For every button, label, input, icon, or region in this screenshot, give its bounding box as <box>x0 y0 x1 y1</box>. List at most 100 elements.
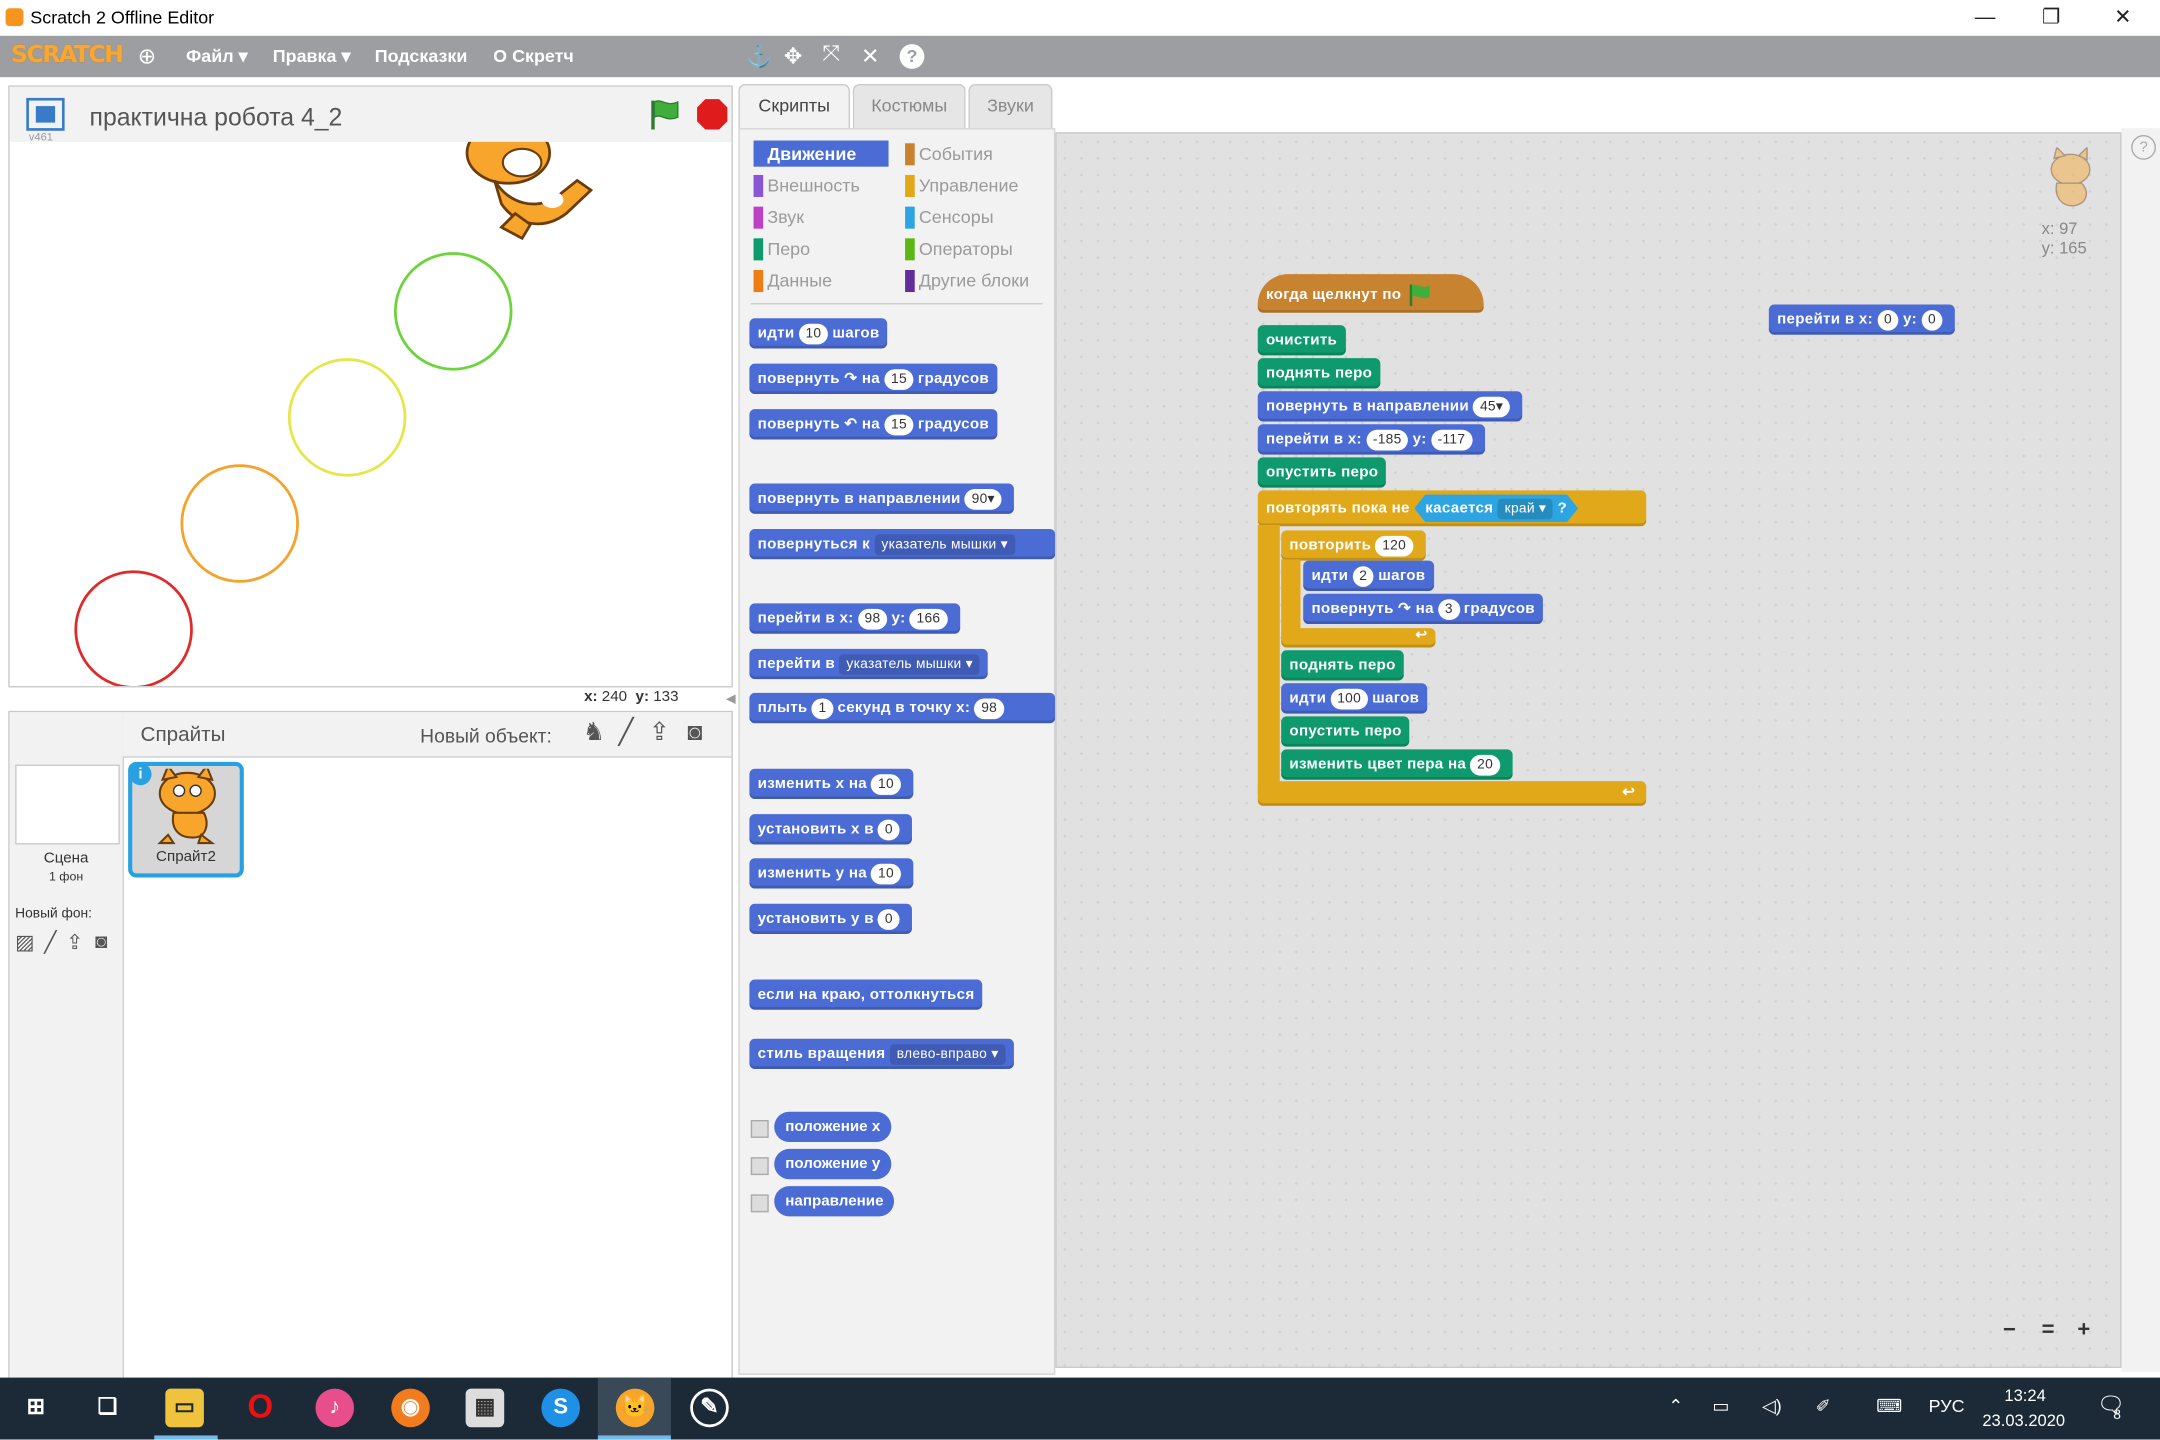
start-icon[interactable]: ⊞ <box>17 1389 56 1428</box>
chat-icon[interactable]: ✎ <box>690 1388 729 1428</box>
block-pen-down[interactable]: опустить перо <box>1257 457 1387 488</box>
block-repeat[interactable]: повторить 120 <box>1281 530 1426 561</box>
itunes-icon[interactable]: ♪ <box>315 1388 355 1428</box>
firefox-icon[interactable]: ◉ <box>391 1388 430 1428</box>
block-pen-down[interactable]: опустить перо <box>1281 716 1410 747</box>
block-move[interactable]: идти 100 шагов <box>1281 683 1428 714</box>
opera-icon[interactable]: O <box>241 1389 280 1428</box>
checkbox-x-position[interactable] <box>750 1119 769 1138</box>
minimize-button[interactable]: — <box>1953 3 2016 33</box>
stamp-icon[interactable]: ⚓ <box>745 43 772 71</box>
checkbox-direction[interactable] <box>750 1194 769 1213</box>
zoom-reset-icon[interactable]: = <box>2042 1318 2055 1343</box>
pen-tray-icon[interactable]: ✐ <box>1816 1396 1831 1418</box>
block-goto-xy[interactable]: перейти в x: 98 y: 166 <box>749 603 960 634</box>
reporter-direction[interactable]: направление <box>774 1186 895 1217</box>
sprite-thumbnail[interactable]: Спрайт2 i <box>128 761 244 878</box>
category-events[interactable]: События <box>905 141 993 167</box>
stop-icon[interactable] <box>696 98 729 131</box>
zoom-in-icon[interactable]: + <box>2077 1318 2090 1343</box>
category-operators[interactable]: Операторы <box>905 236 1013 262</box>
block-when-flag-clicked[interactable]: когда щелкнут по <box>1257 274 1484 313</box>
globe-icon[interactable]: ⊕ <box>138 43 156 71</box>
backdrop-library-icon[interactable]: ▨ <box>15 930 35 954</box>
camera-backdrop-icon[interactable]: ◙ <box>95 930 107 953</box>
block-change-x[interactable]: изменить х на 10 <box>749 768 914 800</box>
language-indicator[interactable]: РУС <box>1929 1396 1965 1417</box>
block-goto-xy[interactable]: перейти в x: -185 y: -117 <box>1257 424 1485 455</box>
zoom-out-icon[interactable]: − <box>2003 1318 2016 1343</box>
volume-icon[interactable]: ◁) <box>1762 1396 1782 1418</box>
help-icon[interactable]: ? <box>2131 135 2156 160</box>
block-turn-left[interactable]: повернуть ↶ на 15 градусов <box>749 409 998 440</box>
restore-button[interactable]: ❐ <box>2020 3 2083 33</box>
block-move[interactable]: идти 10 шагов <box>749 318 888 349</box>
clock-time[interactable]: 13:24 <box>2004 1386 2045 1405</box>
category-control[interactable]: Управление <box>905 172 1018 198</box>
project-title[interactable]: практична робота 4_2 <box>90 103 343 132</box>
block-repeat-until[interactable]: повторять пока не касается край ▾ ? <box>1257 490 1647 527</box>
upload-backdrop-icon[interactable]: ⇪ <box>66 930 83 954</box>
paint-backdrop-icon[interactable]: ╱ <box>44 930 56 954</box>
block-turn-right[interactable]: повернуть ↷ на 3 градусов <box>1303 593 1544 625</box>
block-move[interactable]: идти 2 шагов <box>1303 560 1434 591</box>
keyboard-icon[interactable]: ⌨ <box>1876 1396 1902 1418</box>
battery-icon[interactable]: ▭ <box>1712 1396 1729 1418</box>
tab-sounds[interactable]: Звуки <box>968 84 1053 130</box>
menu-tips[interactable]: Подсказки <box>375 45 468 66</box>
block-change-pen-color[interactable]: изменить цвет пера на 20 <box>1281 749 1513 780</box>
block-set-x[interactable]: установить х в0 <box>749 814 913 845</box>
presentation-mode-icon[interactable] <box>26 97 65 131</box>
help-icon[interactable]: ? <box>899 44 925 69</box>
category-more-blocks[interactable]: Другие блоки <box>905 267 1029 293</box>
category-data[interactable]: Данные <box>753 267 832 293</box>
expand-icon[interactable]: ⤧ <box>822 43 840 68</box>
block-rotation-style[interactable]: стиль вращения влево-вправо ▾ <box>749 1038 1014 1070</box>
menu-about[interactable]: О Скретч <box>493 45 574 66</box>
reporter-x-position[interactable]: положение x <box>774 1111 892 1143</box>
block-set-y[interactable]: установить у в0 <box>749 903 913 935</box>
scratch-icon[interactable]: 🐱 <box>615 1388 655 1428</box>
calculator-icon[interactable]: ▦ <box>465 1388 505 1428</box>
grow-icon[interactable]: ✥ <box>784 43 802 71</box>
tab-costumes[interactable]: Костюмы <box>852 84 966 130</box>
block-turn-right[interactable]: повернуть ↷ на 15 градусов <box>749 363 998 394</box>
block-point-towards[interactable]: повернуться к указатель мышки ▾ <box>749 528 1056 560</box>
block-clear[interactable]: очистить <box>1257 325 1346 356</box>
info-icon[interactable]: i <box>129 763 152 786</box>
sensing-touching-block[interactable]: касается край ▾ ? <box>1414 495 1578 523</box>
block-goto-xy-loose[interactable]: перейти в x: 0 y: 0 <box>1768 304 1956 335</box>
menu-file[interactable]: Файл ▾ <box>186 45 248 67</box>
sprite-library-icon[interactable]: ♞ <box>583 718 605 747</box>
explorer-icon[interactable]: ▭ <box>165 1388 204 1428</box>
scratch-logo[interactable]: SCRATCH <box>11 41 124 69</box>
block-pen-up[interactable]: поднять перо <box>1281 650 1404 681</box>
camera-sprite-icon[interactable]: ◙ <box>687 718 702 747</box>
menu-edit[interactable]: Правка ▾ <box>273 45 351 67</box>
reporter-y-position[interactable]: положение y <box>774 1148 892 1180</box>
paint-sprite-icon[interactable]: ╱ <box>619 718 634 747</box>
checkbox-y-position[interactable] <box>750 1157 769 1176</box>
tray-chevron-icon[interactable]: ⌃ <box>1668 1396 1683 1418</box>
category-pen[interactable]: Перо <box>753 236 810 262</box>
upload-sprite-icon[interactable]: ⇪ <box>649 718 670 747</box>
category-motion[interactable]: Движение <box>753 140 889 167</box>
block-pen-up[interactable]: поднять перо <box>1257 358 1381 389</box>
task-view-icon[interactable]: ❏ <box>88 1389 127 1428</box>
stage-thumbnail[interactable] <box>15 764 120 845</box>
close-button[interactable]: ✕ <box>2091 3 2154 33</box>
tab-scripts[interactable]: Скрипты <box>738 84 850 130</box>
skype-icon[interactable]: S <box>541 1388 580 1428</box>
block-point-direction[interactable]: повернуть в направлении 90▾ <box>749 483 1015 514</box>
stage-collapse-icon[interactable]: ◀ <box>726 692 737 706</box>
stage-canvas[interactable] <box>10 141 732 687</box>
shrink-icon[interactable]: ✕ <box>861 43 879 71</box>
block-goto[interactable]: перейти в указатель мышки ▾ <box>749 648 988 680</box>
clock-date[interactable]: 23.03.2020 <box>1982 1411 2065 1430</box>
green-flag-icon[interactable] <box>647 98 683 131</box>
category-looks[interactable]: Внешность <box>753 172 860 198</box>
block-change-y[interactable]: изменить у на 10 <box>749 858 914 889</box>
category-sensing[interactable]: Сенсоры <box>905 204 994 230</box>
category-sound[interactable]: Звук <box>753 204 804 230</box>
block-bounce[interactable]: если на краю, оттолкнуться <box>749 979 983 1010</box>
